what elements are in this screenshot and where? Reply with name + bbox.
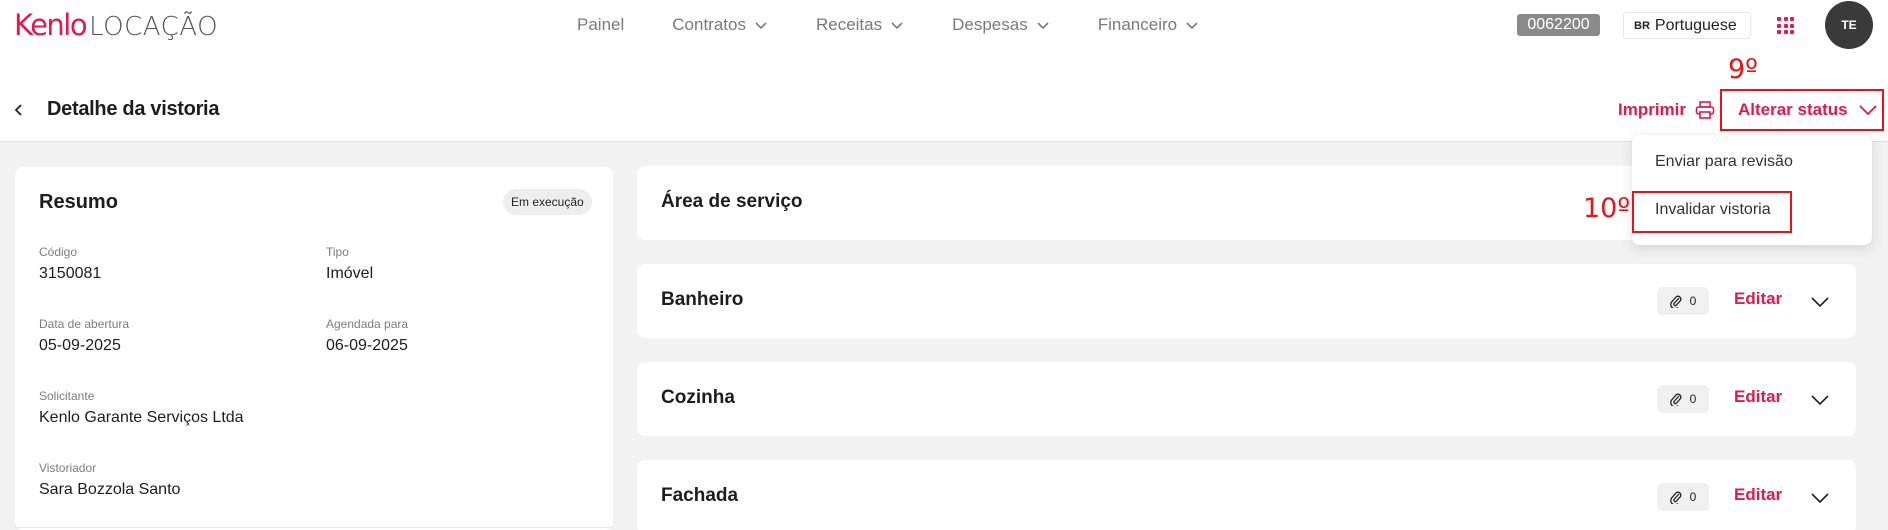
field-value-codigo: 3150081	[39, 265, 102, 282]
chevron-down-icon[interactable]	[1810, 390, 1830, 410]
nav-item-label: Despesas	[952, 15, 1028, 34]
field-value-solicitante: Kenlo Garante Serviços Ltda	[39, 409, 244, 426]
avatar[interactable]: TE	[1825, 1, 1873, 49]
nav-item-despesas[interactable]: Despesas	[952, 15, 1050, 35]
section-title: Cozinha	[661, 387, 735, 408]
summary-card: Resumo Em execução Código 3150081 Tipo I…	[15, 167, 613, 530]
section-card-cozinha[interactable]: Cozinha 0 Editar	[637, 362, 1856, 436]
field-value-vistoriador: Sara Bozzola Santo	[39, 481, 181, 498]
annotation-step-9: 9º	[1728, 54, 1758, 85]
field-label-data-abertura: Data de abertura	[39, 317, 130, 331]
brazil-flag-icon: BR	[1634, 19, 1650, 32]
attachments-badge[interactable]: 0	[1657, 483, 1709, 511]
chevron-down-icon	[891, 22, 903, 30]
section-title: Banheiro	[661, 289, 744, 310]
section-card-banheiro[interactable]: Banheiro 0 Editar	[637, 264, 1856, 338]
language-label: Portuguese	[1654, 16, 1737, 34]
kenlo-logo[interactable]: Kenlo LOCAÇÃO	[14, 8, 218, 42]
edit-button[interactable]: Editar	[1734, 387, 1782, 407]
annotation-step-10: 10º	[1583, 193, 1631, 224]
field-label-tipo: Tipo	[326, 245, 349, 259]
attachments-badge[interactable]: 0	[1657, 287, 1709, 315]
status-badge: Em execução	[503, 189, 592, 215]
attachments-count: 0	[1689, 294, 1697, 308]
attachments-count: 0	[1689, 392, 1697, 406]
field-value-data-abertura: 05-09-2025	[39, 337, 121, 354]
chevron-down-icon	[1037, 22, 1049, 30]
logo-brand-text: Kenlo	[14, 8, 88, 42]
chevron-left-icon[interactable]	[12, 103, 26, 117]
language-selector[interactable]: BR Portuguese	[1623, 12, 1751, 39]
nav-item-financeiro[interactable]: Financeiro	[1098, 15, 1199, 35]
summary-title: Resumo	[39, 191, 118, 213]
attachments-count: 0	[1689, 490, 1697, 504]
chevron-down-icon	[755, 22, 767, 30]
nav-item-receitas[interactable]: Receitas	[816, 15, 904, 35]
paperclip-icon	[1669, 491, 1682, 504]
change-status-label: Alterar status	[1738, 100, 1848, 119]
section-title: Fachada	[661, 485, 739, 506]
logo-product-text: LOCAÇÃO	[89, 12, 219, 42]
page-title: Detalhe da vistoria	[47, 98, 220, 120]
section-title: Área de serviço	[661, 191, 803, 212]
field-label-vistoriador: Vistoriador	[39, 461, 97, 475]
field-value-agendada-para: 06-09-2025	[326, 337, 408, 354]
page-header: Detalhe da vistoria Imprimir Alterar sta…	[0, 50, 1888, 142]
menu-item-send-review[interactable]: Enviar para revisão	[1655, 153, 1793, 171]
chevron-down-icon[interactable]	[1810, 488, 1830, 508]
change-status-button[interactable]: Alterar status	[1720, 89, 1884, 131]
main-nav: Painel Contratos Receitas Despesas Finan…	[577, 15, 1247, 35]
top-navbar: Kenlo LOCAÇÃO Painel Contratos Receitas …	[0, 0, 1888, 50]
nav-item-label: Painel	[577, 15, 625, 34]
nav-item-painel[interactable]: Painel	[577, 15, 624, 35]
print-label: Imprimir	[1618, 100, 1687, 119]
field-label-codigo: Código	[39, 245, 78, 259]
field-label-solicitante: Solicitante	[39, 389, 95, 403]
chevron-down-icon	[1186, 22, 1198, 30]
print-button[interactable]: Imprimir	[1618, 100, 1715, 120]
chevron-down-icon[interactable]	[1810, 292, 1830, 312]
printer-icon	[1695, 101, 1715, 119]
field-value-tipo: Imóvel	[326, 265, 374, 282]
edit-button[interactable]: Editar	[1734, 289, 1782, 309]
paperclip-icon	[1669, 295, 1682, 308]
attachments-badge[interactable]: 0	[1657, 385, 1709, 413]
annotation-highlight-box	[1632, 191, 1792, 233]
nav-item-label: Contratos	[672, 15, 746, 34]
chevron-down-icon	[1858, 105, 1877, 116]
paperclip-icon	[1669, 393, 1682, 406]
nav-item-contratos[interactable]: Contratos	[672, 15, 768, 35]
nav-item-label: Financeiro	[1097, 15, 1178, 34]
grid-icon[interactable]	[1777, 17, 1794, 34]
field-label-agendada-para: Agendada para	[326, 317, 409, 331]
nav-item-label: Receitas	[815, 15, 883, 34]
account-code-badge: 0062200	[1517, 14, 1600, 36]
section-card-fachada[interactable]: Fachada 0 Editar	[637, 460, 1856, 530]
edit-button[interactable]: Editar	[1734, 485, 1782, 505]
